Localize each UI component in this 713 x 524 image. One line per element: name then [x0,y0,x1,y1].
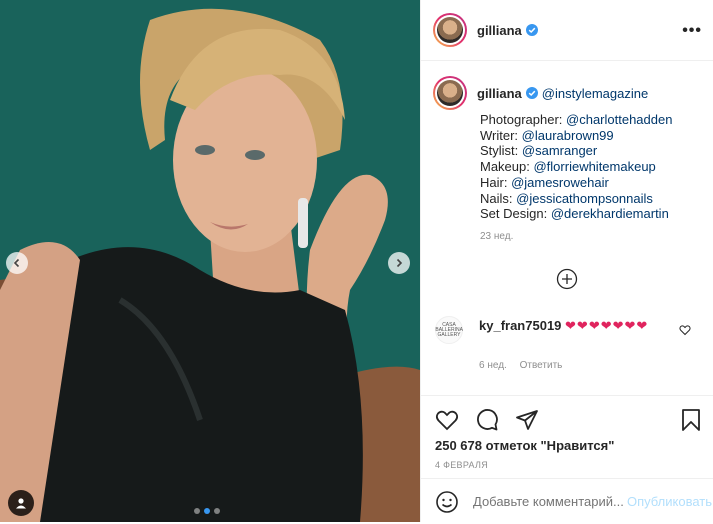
credit-handle-link[interactable]: @samranger [522,143,597,158]
credit-handle-link[interactable]: @jamesrowehair [511,175,609,190]
post-photo[interactable] [0,0,420,522]
tagged-users-button[interactable] [8,490,34,516]
comment-input[interactable] [473,494,623,509]
post-caption: gilliana @instylemagazine Photographer: … [433,76,703,242]
carousel-indicator [194,508,220,514]
credit-line: Stylist: @samranger [480,143,598,159]
load-more-comments-icon[interactable] [556,268,578,290]
carousel-dot [194,508,200,514]
credit-line: Writer: @laurabrown99 [480,127,614,143]
verified-badge-icon [525,87,538,99]
portrait-image [0,0,420,522]
next-slide-button[interactable] [388,252,410,274]
comment-bubble-icon[interactable] [475,408,499,432]
reply-button[interactable]: Ответить [520,360,563,371]
caption-avatar[interactable] [433,76,467,110]
carousel-dot [214,508,220,514]
save-bookmark-icon[interactable] [681,408,701,432]
credit-handle-link[interactable]: @derekhardiemartin [551,206,669,221]
comment-text: ❤❤❤❤❤❤❤ [565,318,649,333]
user-icon [16,498,26,509]
add-comment-bar: Опубликовать [421,478,713,524]
post-header: gilliana ••• [421,0,713,61]
comment-like-heart-icon[interactable] [679,324,691,336]
header-username[interactable]: gilliana [477,23,522,38]
avatar[interactable] [433,13,467,47]
share-paper-plane-icon[interactable] [515,408,539,432]
credit-line: Hair: @jamesrowehair [480,174,609,190]
caption-credits: Photographer: @charlottehadden Writer: @… [480,112,703,222]
post-date[interactable]: 4 ФЕВРАЛЯ [435,460,488,470]
comment-username[interactable]: ky_fran75019 [479,318,561,333]
emoji-picker-icon[interactable] [435,490,459,514]
credit-line: Nails: @jessicathompsonnails [480,190,653,206]
verified-badge-icon [525,24,538,36]
credit-line: Photographer: @charlottehadden [480,112,673,127]
credit-handle-link[interactable]: @jessicathompsonnails [516,191,653,206]
credit-handle-link[interactable]: @laurabrown99 [522,128,614,143]
previous-slide-button[interactable] [6,252,28,274]
like-heart-icon[interactable] [435,408,459,432]
likes-count[interactable]: 250 678 отметок "Нравится" [435,438,614,453]
comment-avatar[interactable]: CASA BALLERINA GALLERY [435,316,463,344]
caption-username[interactable]: gilliana [477,86,522,101]
credit-line: Set Design: @derekhardiemartin [480,206,669,222]
chevron-right-icon [396,258,403,268]
chevron-left-icon [13,258,20,268]
comment-meta: 6 нед. Ответить [479,360,572,371]
credit-line: Makeup: @florriewhitemakeup [480,159,656,175]
publish-button[interactable]: Опубликовать [627,494,712,509]
carousel-dot-active [204,508,210,514]
instagram-post: gilliana ••• gilliana @instylemagazine P… [0,0,713,522]
more-options-button[interactable]: ••• [682,22,702,40]
post-actions: 250 678 отметок "Нравится" 4 ФЕВРАЛЯ Опу… [421,395,713,523]
credit-handle-link[interactable]: @florriewhitemakeup [533,159,655,174]
credit-handle-link[interactable]: @charlottehadden [566,112,672,127]
caption-timestamp[interactable]: 23 нед. [480,231,703,242]
caption-mention-link[interactable]: @instylemagazine [542,86,648,101]
comment-timestamp[interactable]: 6 нед. [479,360,507,371]
